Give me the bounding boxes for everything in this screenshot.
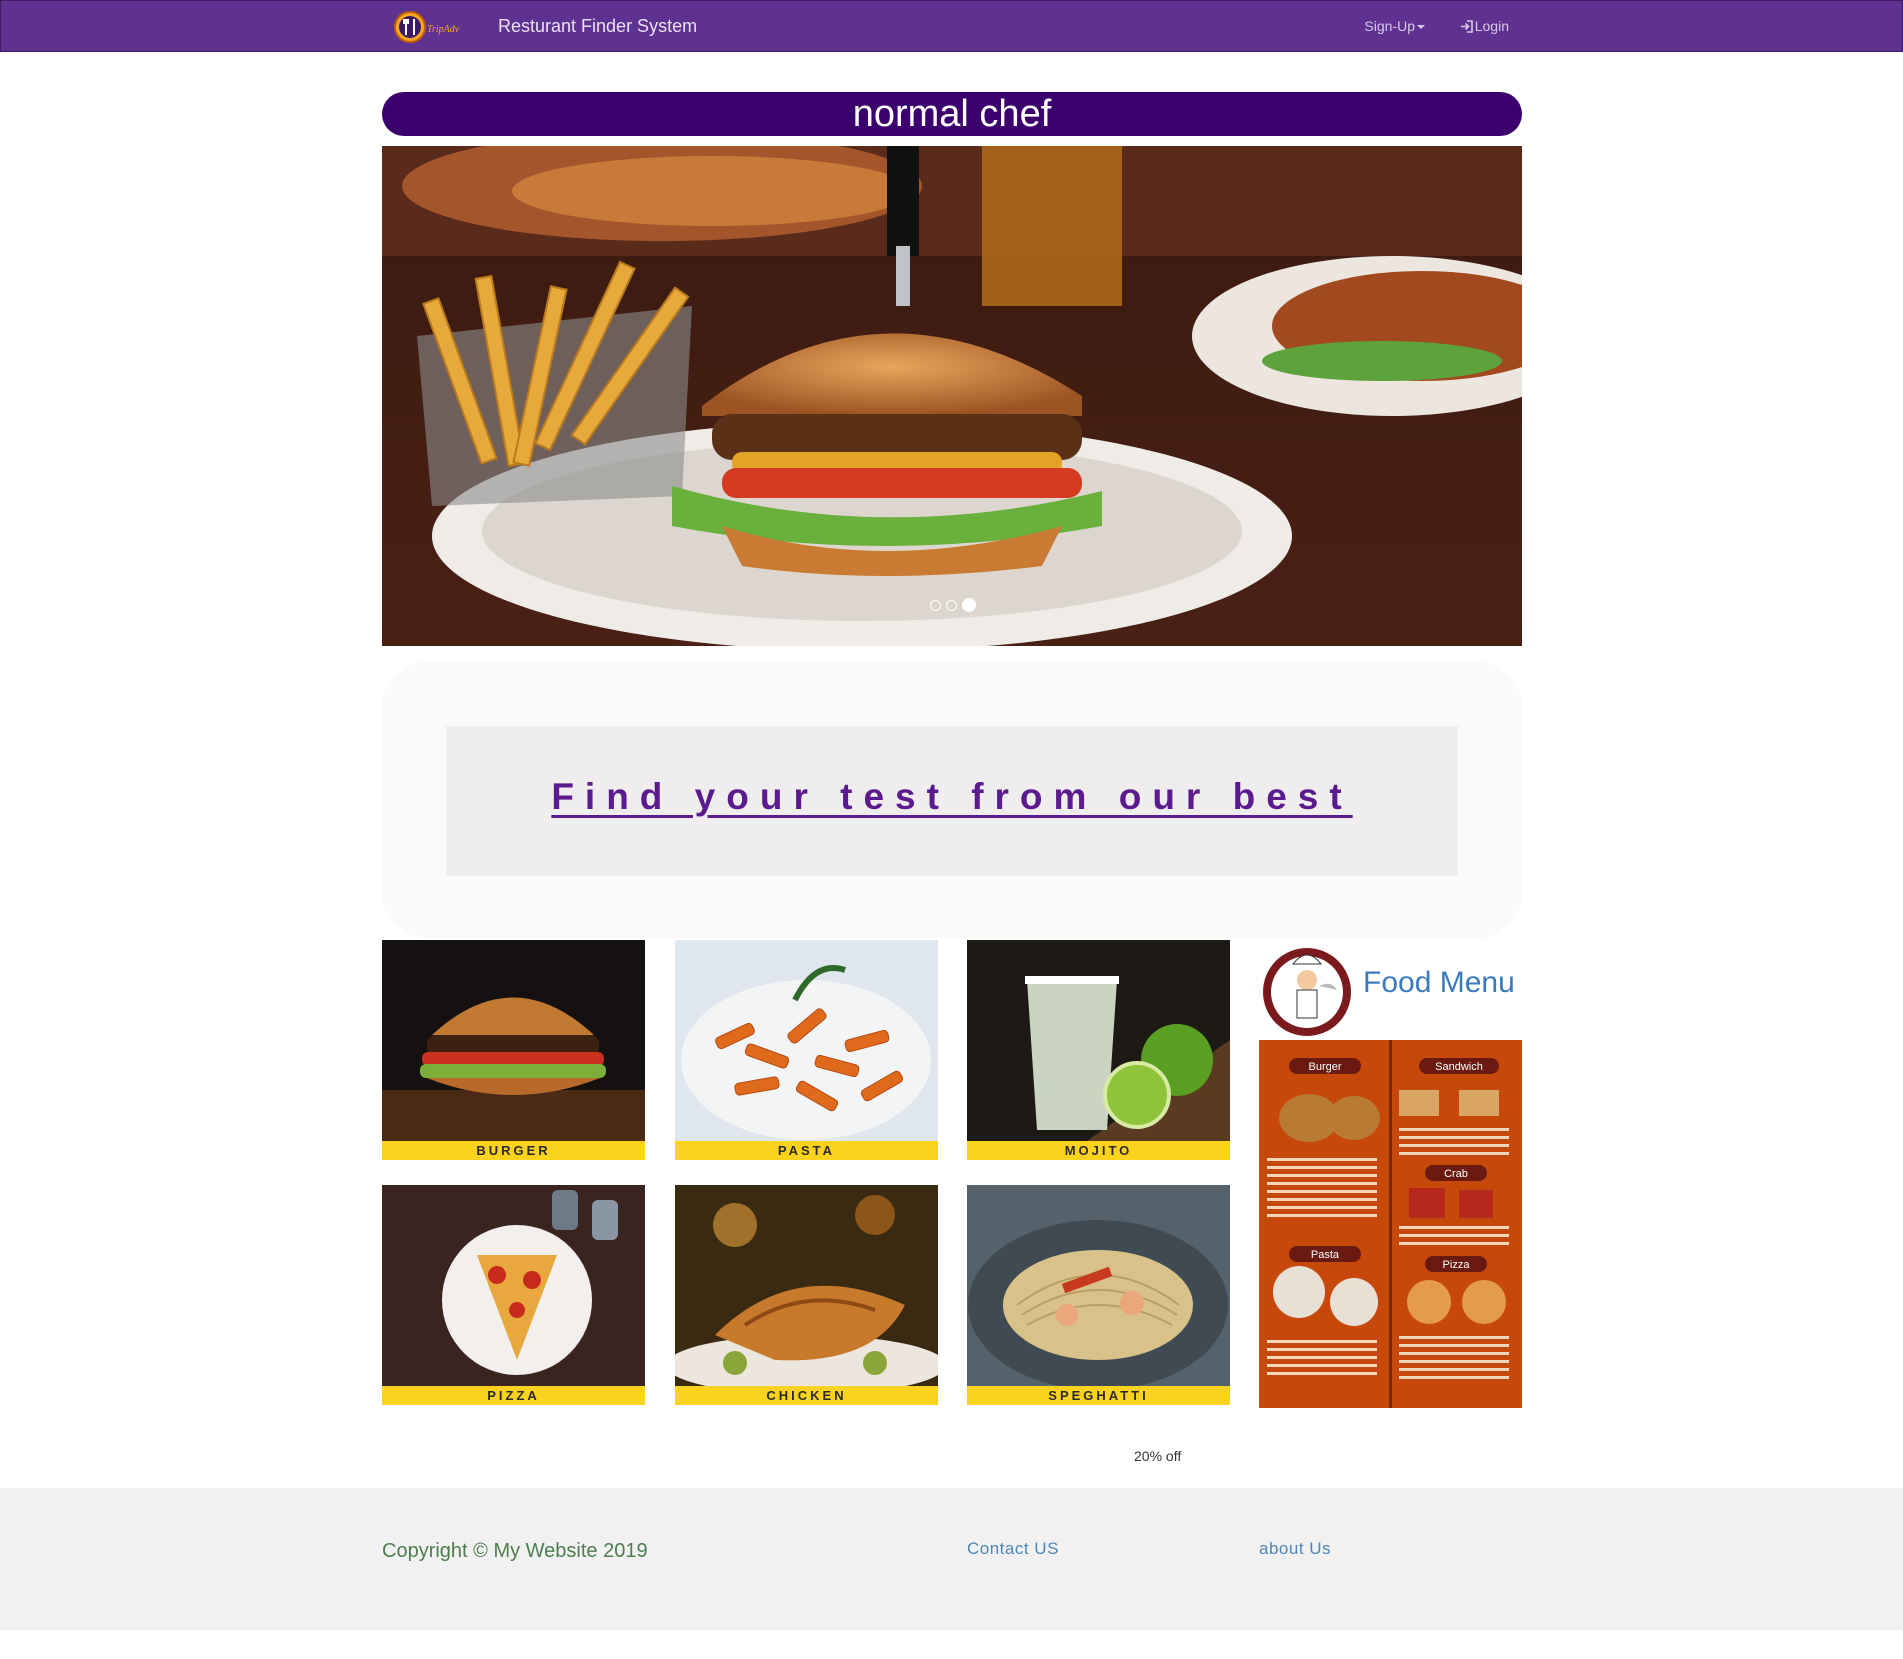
menu-section-sandwich: Sandwich [1435,1061,1483,1073]
copyright-text: Copyright © My Website 2019 [382,1540,648,1562]
food-label: PASTA [675,1141,938,1160]
food-label: PIZZA [382,1386,645,1405]
footer: Copyright © My Website 2019 Contact US a… [0,1488,1903,1630]
mojito-image [967,940,1230,1141]
food-card-pasta[interactable]: PASTA [675,940,938,1160]
login-icon [1460,20,1473,33]
food-card-speghatti[interactable]: SPEGHATTI [967,1185,1230,1405]
food-label: SPEGHATTI [967,1386,1230,1405]
carousel-dot-active[interactable] [962,598,976,612]
svg-text:TripAdv: TripAdv [427,24,460,35]
food-menu-title[interactable]: Food Menu [1363,966,1515,1000]
login-link[interactable]: Login [1460,18,1509,34]
carousel-indicators [930,598,981,616]
navbar: TripAdv Resturant Finder System Sign-Up … [0,0,1903,52]
tagline-link[interactable]: Find your test from our best [446,776,1458,818]
signup-dropdown[interactable]: Sign-Up [1364,18,1425,34]
about-us-link[interactable]: about Us [1259,1539,1331,1559]
spaghetti-image [967,1185,1230,1386]
signup-label: Sign-Up [1364,18,1415,34]
navbar-inner: TripAdv Resturant Finder System Sign-Up … [383,1,1523,51]
chef-logo-icon [1263,948,1351,1036]
food-label: MOJITO [967,1141,1230,1160]
contact-us-link[interactable]: Contact US [967,1539,1059,1559]
menu-section-crab: Crab [1444,1168,1468,1180]
food-card-pizza[interactable]: PIZZA [382,1185,645,1405]
hero-image-burger-fries [382,146,1522,646]
food-label: BURGER [382,1141,645,1160]
food-card-burger[interactable]: BURGER [382,940,645,1160]
hero-carousel[interactable] [382,146,1522,646]
tagline-box: Find your test from our best [446,726,1458,876]
caret-down-icon [1417,25,1425,30]
brand-logo[interactable]: TripAdv [393,10,475,44]
food-menu-board[interactable]: Burger Sandwich Crab Pasta Pizza [1259,1040,1522,1408]
food-label: CHICKEN [675,1386,938,1405]
food-card-mojito[interactable]: MOJITO [967,940,1230,1160]
carousel-dot[interactable] [946,600,957,611]
chicken-image [675,1185,938,1386]
pasta-image [675,940,938,1141]
brand-name[interactable]: Resturant Finder System [498,16,697,37]
food-card-chicken[interactable]: CHICKEN [675,1185,938,1405]
menu-section-pasta: Pasta [1311,1249,1340,1261]
login-label: Login [1474,18,1509,34]
food-menu-column: Food Menu Burger Sandwich Crab Pasta Piz… [1259,940,1522,1408]
carousel-dot[interactable] [930,600,941,611]
menu-board-image: Burger Sandwich Crab Pasta Pizza [1259,1040,1522,1408]
page-title: normal chef [382,92,1522,136]
tagline-panel: Find your test from our best [382,662,1522,938]
burger-image [382,940,645,1141]
pizza-image [382,1185,645,1386]
discount-text: 20% off [1134,1448,1182,1464]
menu-section-burger: Burger [1308,1061,1341,1073]
menu-section-pizza: Pizza [1443,1259,1471,1271]
